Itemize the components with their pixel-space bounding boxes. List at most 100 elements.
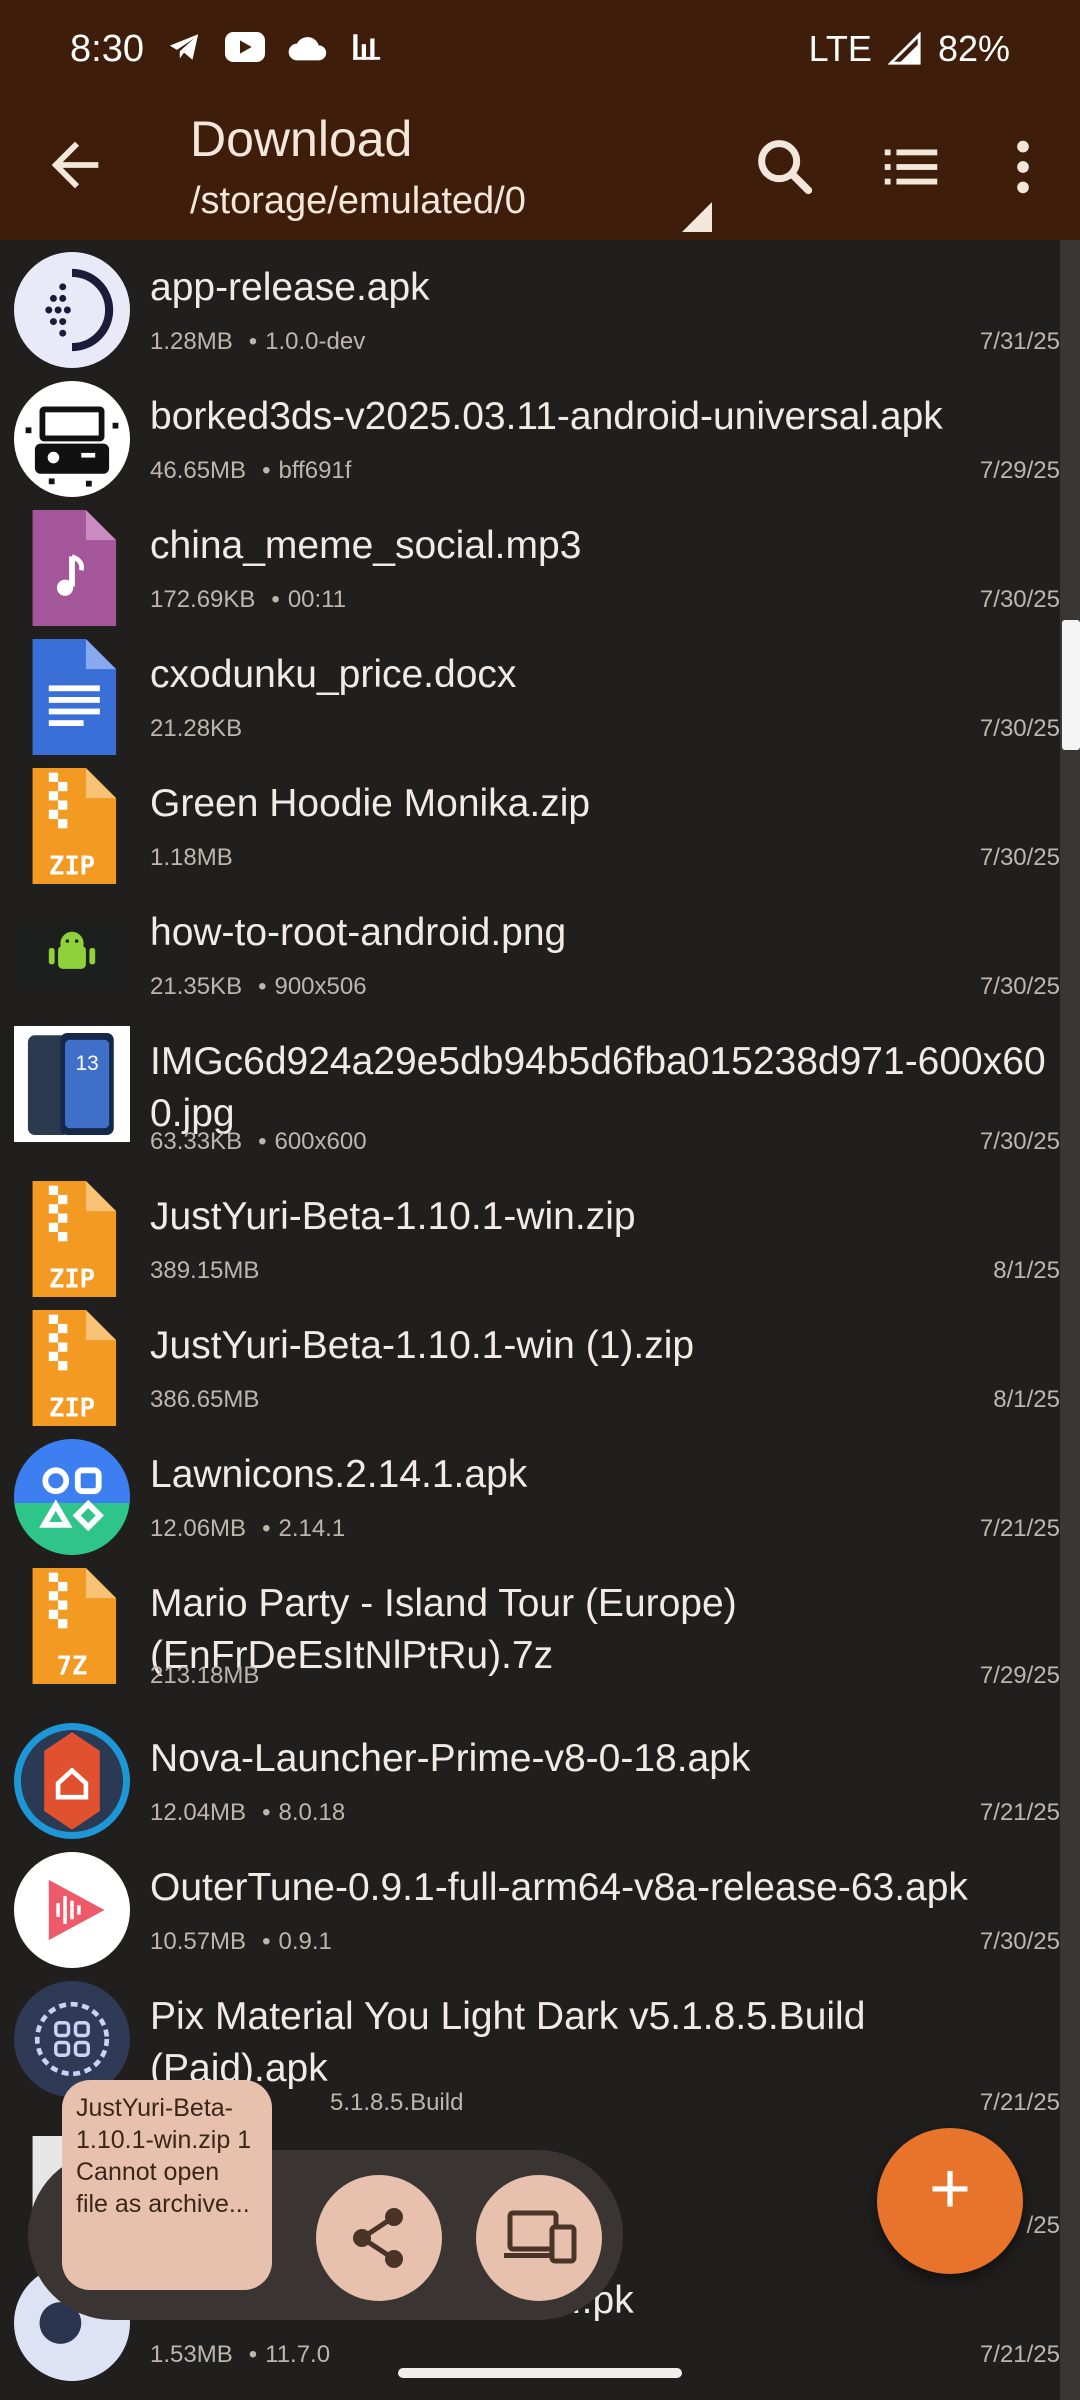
top-app-bar: 8:30 LTE 82% Download /storage/emulated/… <box>0 0 1080 240</box>
file-name: JustYuri-Beta-1.10.1-win (1).zip <box>150 1324 695 1367</box>
file-info: 0.9.1 <box>278 1928 332 1955</box>
list-item[interactable]: Nova-Launcher-Prime-v8-0-18.apk 12.04MB •… <box>0 1711 1060 1840</box>
folder-title: Download <box>190 111 413 167</box>
file-name: Nova-Launcher-Prime-v8-0-18.apk <box>150 1737 751 1780</box>
file-meta: 389.15MB <box>150 1257 259 1285</box>
cloud-icon <box>288 37 327 61</box>
file-date: 7/21/25 <box>979 1799 1060 1826</box>
list-item[interactable]: 7Z Mario Party - Island Tour (Europe) (E… <box>0 1556 1060 1711</box>
file-size: 386.65MB <box>150 1386 260 1413</box>
file-info: 2.14.1 <box>278 1515 346 1542</box>
file-date: 7/31/25 <box>979 328 1060 355</box>
file-name: OuterTune-0.9.1-full-arm64-v8a-release-6… <box>150 1866 968 1909</box>
youtube-icon <box>225 32 265 62</box>
list-item[interactable]: 13 IMGc6d924a29e5db94b5d6fba015238d971-6… <box>0 1014 1060 1169</box>
path-dropdown-indicator[interactable] <box>682 202 712 232</box>
phone-image-thumbnail: 13 <box>14 1026 130 1142</box>
file-name: Lawnicons.2.14.1.apk <box>150 1453 528 1496</box>
status-time: 8:30 <box>70 28 144 70</box>
file-size: 213.18MB <box>150 1662 260 1689</box>
list-item[interactable]: china_meme_social.mp3 172.69KB • 00:11 7/3… <box>0 498 1060 627</box>
svg-text:ZIP: ZIP <box>49 852 95 882</box>
file-name: cxodunku_price.docx <box>150 653 517 696</box>
scrollbar-thumb[interactable] <box>1062 620 1080 750</box>
apk-app-icon <box>14 252 130 368</box>
home-gesture-bar[interactable] <box>398 2368 682 2378</box>
file-meta: 12.04MB • 8.0.18 <box>150 1799 346 1826</box>
more-options-icon[interactable] <box>988 132 1058 202</box>
list-item[interactable]: how-to-root-android.png 21.35KB • 900x506 … <box>0 885 1060 1014</box>
file-info: 1.0.0-dev <box>265 328 366 355</box>
file-name: ...pk <box>560 2279 634 2322</box>
list-item[interactable]: borked3ds-v2025.03.11-android-universal.… <box>0 369 1060 498</box>
file-size: 46.65MB <box>150 457 247 484</box>
file-meta: 5.1.8.5.Build <box>330 2089 463 2117</box>
file-date: 8/1/25 <box>993 1257 1060 1284</box>
file-name: app-release.apk <box>150 266 430 309</box>
file-date: 7/30/25 <box>979 715 1060 742</box>
share-button[interactable] <box>316 2175 442 2301</box>
svg-text:13: 13 <box>75 1052 98 1075</box>
file-date: 8/1/25 <box>993 1386 1060 1413</box>
file-name: Pix Material You Light Dark v5.1.8.5.Bui… <box>150 1995 866 2090</box>
file-date: 7/30/25 <box>979 1928 1060 1955</box>
7z-archive-icon: 7Z <box>32 1568 117 1684</box>
list-item[interactable]: cxodunku_price.docx 21.28KB 7/30/25 <box>0 627 1060 756</box>
image-thumbnail <box>14 924 130 990</box>
file-meta: 172.69KB • 00:11 <box>150 586 347 613</box>
list-item[interactable]: OuterTune-0.9.1-full-arm64-v8a-release-6… <box>0 1840 1060 1969</box>
scrollbar[interactable] <box>1060 240 1080 2400</box>
folder-path[interactable]: /storage/emulated/0 <box>190 180 526 223</box>
file-info: 900x506 <box>274 973 367 1000</box>
list-item[interactable]: ZIP JustYuri-Beta-1.10.1-win.zip 389.15M… <box>0 1169 1060 1298</box>
zip-archive-icon: ZIP <box>32 768 117 884</box>
clipboard-item[interactable]: JustYuri-Beta-1.10.1-win.zip 1 Cannot op… <box>62 2080 272 2290</box>
file-size: 21.28KB <box>150 715 243 742</box>
file-meta: 12.06MB • 2.14.1 <box>150 1515 346 1542</box>
add-fab-button[interactable]: + <box>877 2128 1023 2274</box>
devices-button[interactable] <box>476 2175 602 2301</box>
status-bar: 8:30 LTE 82% <box>0 0 1080 100</box>
svg-text:ZIP: ZIP <box>49 1265 95 1295</box>
file-info: bff691f <box>278 457 352 484</box>
file-meta: 10.57MB • 0.9.1 <box>150 1928 332 1955</box>
file-date: 7/30/25 <box>979 586 1060 613</box>
file-name: IMGc6d924a29e5db94b5d6fba015238d971-600x… <box>150 1040 1046 1135</box>
file-info: 00:11 <box>287 586 347 613</box>
list-item[interactable]: ZIP JustYuri-Beta-1.10.1-win (1).zip 386… <box>0 1298 1060 1427</box>
devices-icon <box>504 2210 577 2264</box>
file-info: 5.1.8.5.Build <box>330 2089 464 2116</box>
status-right: LTE 82% <box>809 28 1010 70</box>
file-name: Mario Party - Island Tour (Europe) (EnFr… <box>150 1582 737 1677</box>
file-name: borked3ds-v2025.03.11-android-universal.… <box>150 395 943 438</box>
nova-launcher-app-icon <box>14 1723 130 1839</box>
svg-text:7Z: 7Z <box>57 1652 88 1682</box>
file-info: 600x600 <box>274 1128 367 1155</box>
file-meta: 21.28KB <box>150 715 242 743</box>
file-date: 7/21/25 <box>979 2089 1060 2116</box>
file-size: 12.06MB <box>150 1515 247 1542</box>
list-item[interactable]: Lawnicons.2.14.1.apk 12.06MB • 2.14.1 7/21… <box>0 1427 1060 1556</box>
zip-archive-icon: ZIP <box>32 1181 117 1297</box>
list-view-icon[interactable] <box>876 132 946 202</box>
file-size: 172.69KB <box>150 586 256 613</box>
back-arrow-icon[interactable] <box>40 130 110 200</box>
file-size: 10.57MB <box>150 1928 247 1955</box>
search-icon[interactable] <box>750 132 820 202</box>
audio-file-icon <box>32 510 117 626</box>
file-name: JustYuri-Beta-1.10.1-win.zip <box>150 1195 636 1238</box>
file-size: 1.28MB <box>150 328 233 355</box>
file-meta: 1.18MB <box>150 844 233 872</box>
file-name: china_meme_social.mp3 <box>150 524 582 567</box>
list-item[interactable]: app-release.apk 1.28MB • 1.0.0-dev 7/31/25 <box>0 240 1060 369</box>
file-info: 8.0.18 <box>278 1799 346 1826</box>
file-size: 21.35KB <box>150 973 243 1000</box>
file-size: 1.18MB <box>150 844 233 871</box>
file-date: 7/30/25 <box>979 1128 1060 1155</box>
file-meta: 386.65MB <box>150 1386 259 1414</box>
file-date: 7/30/25 <box>979 973 1060 1000</box>
outertune-app-icon <box>14 1852 130 1968</box>
file-size: 12.04MB <box>150 1799 247 1826</box>
list-item[interactable]: ZIP Green Hoodie Monika.zip 1.18MB 7/30/… <box>0 756 1060 885</box>
file-meta: 213.18MB <box>150 1662 259 1690</box>
